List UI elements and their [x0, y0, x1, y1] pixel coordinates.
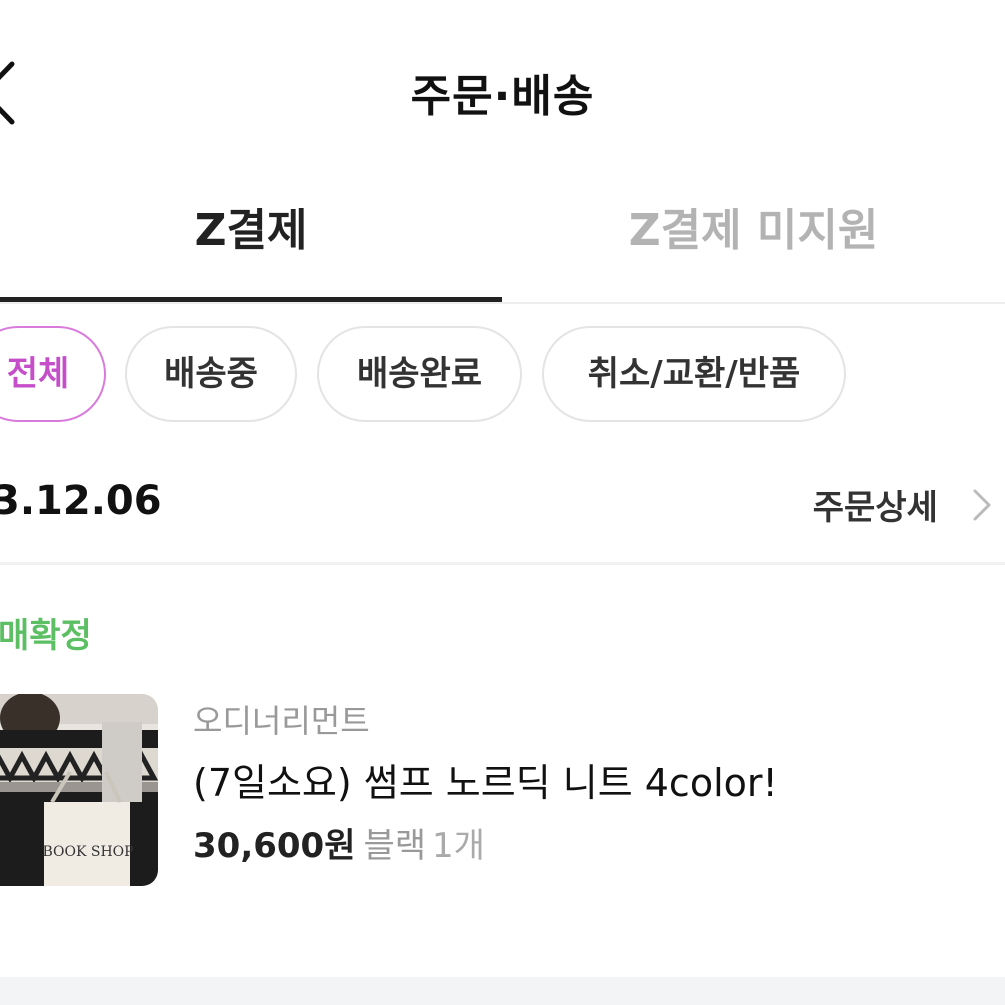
section-separator-band	[0, 977, 1005, 1005]
chevron-right-icon	[973, 489, 991, 520]
tab-z-pay-unsupported[interactable]: Z결제 미지원	[502, 180, 1005, 300]
filter-chip-delivered[interactable]: 배송완료	[317, 326, 522, 422]
product-option: 블랙	[363, 826, 427, 866]
product-image: BOOK SHOP	[0, 694, 158, 886]
bag-print-text: BOOK SHOP	[42, 844, 133, 860]
filter-chip-cancel-exchange-return[interactable]: 취소/교환/반품	[542, 326, 846, 422]
order-date: 3.12.06	[0, 478, 162, 524]
product-quantity: 1개	[432, 826, 485, 866]
filter-chip-shipping[interactable]: 배송중	[125, 326, 297, 422]
tab-z-pay[interactable]: Z결제	[0, 180, 502, 302]
status-filter-bar: 전체 배송중 배송완료 취소/교환/반품	[0, 326, 1005, 422]
filter-chip-all[interactable]: 전체	[0, 326, 106, 422]
product-thumbnail[interactable]: BOOK SHOP	[0, 694, 158, 886]
order-detail-label: 주문상세	[812, 488, 938, 528]
product-name[interactable]: (7일소요) 썸프 노르딕 니트 4color!	[193, 752, 778, 807]
product-price: 30,600원	[193, 826, 356, 866]
seller-name[interactable]: 오디너리먼트	[193, 696, 370, 742]
order-status-label: 매확정	[0, 616, 92, 656]
top-bar: 주문·배송	[0, 0, 1005, 180]
page-title: 주문·배송	[410, 71, 595, 122]
order-detail-link[interactable]: 주문상세	[813, 480, 1001, 536]
price-option-line: 30,600원 블랙 1개	[193, 818, 485, 867]
payment-tabs: Z결제 Z결제 미지원	[0, 180, 1005, 304]
section-divider	[0, 562, 1005, 565]
